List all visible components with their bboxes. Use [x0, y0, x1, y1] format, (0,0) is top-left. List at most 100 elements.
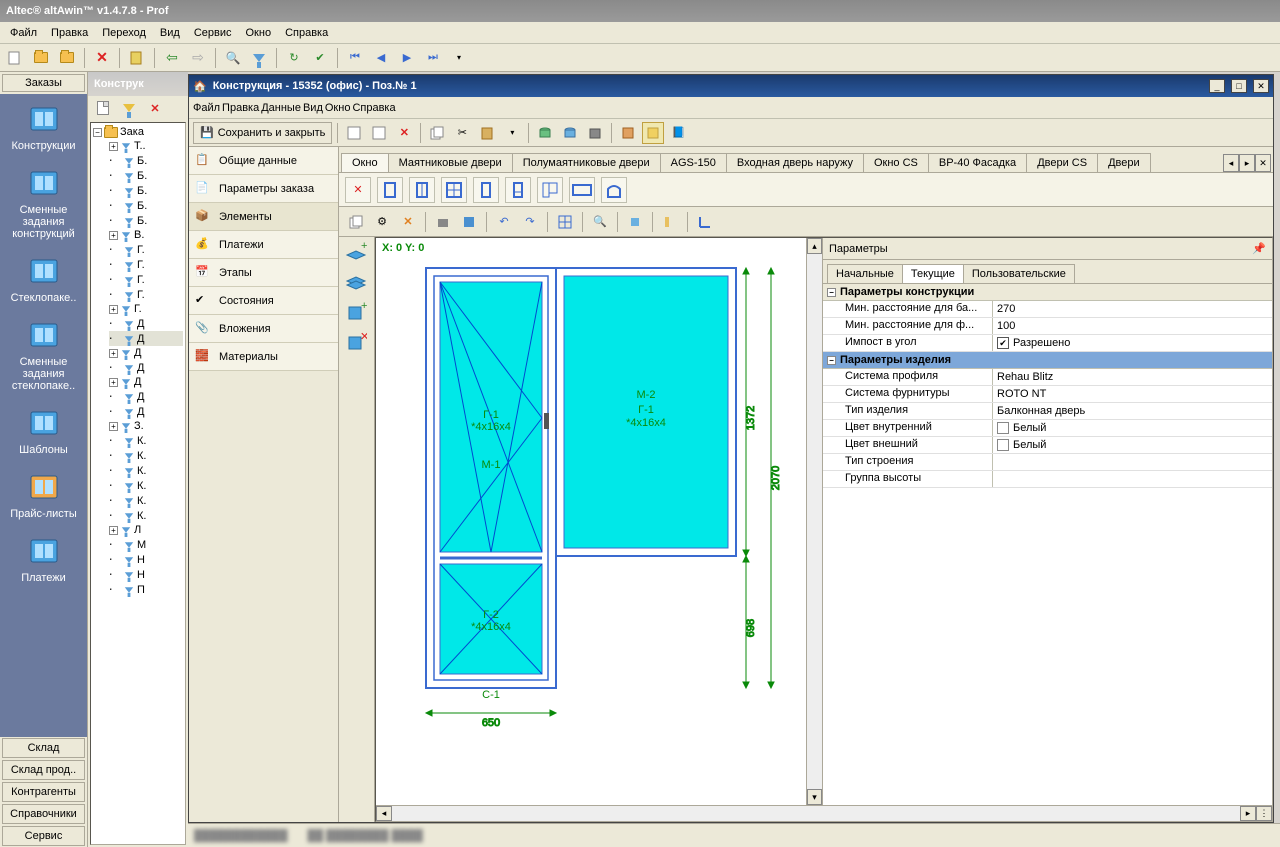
- sub-tb-copy-icon[interactable]: [426, 122, 448, 144]
- sub-tb-1-icon[interactable]: [343, 122, 365, 144]
- shape-combo-icon[interactable]: [537, 177, 563, 203]
- tree-node[interactable]: +Л: [109, 523, 183, 537]
- save-close-button[interactable]: 💾 Сохранить и закрыть: [193, 122, 332, 144]
- sub-tb-w2-icon[interactable]: [642, 122, 664, 144]
- ct-cube-del-icon[interactable]: ✕: [345, 331, 369, 355]
- tb-forward-icon[interactable]: ⇨: [187, 47, 209, 69]
- tree-node[interactable]: ⋅Д: [109, 360, 183, 375]
- params-tab-2[interactable]: Пользовательские: [963, 264, 1075, 283]
- tree-node[interactable]: ⋅Н: [109, 567, 183, 582]
- tree-node[interactable]: ⋅Д: [109, 404, 183, 419]
- sidebar-item-1[interactable]: Сменные задания конструкций: [0, 158, 87, 246]
- drawing-canvas[interactable]: X: 0 Y: 0: [376, 238, 806, 805]
- tb-open2-icon[interactable]: [56, 47, 78, 69]
- sub-tb-book-icon[interactable]: 📘: [667, 122, 689, 144]
- sub-menu-file[interactable]: Файл: [193, 102, 220, 114]
- sidebar-bottom-0[interactable]: Склад: [2, 738, 85, 758]
- tab-close-icon[interactable]: ✕: [1255, 154, 1271, 172]
- scroll-grip-icon[interactable]: ⋮: [1256, 806, 1272, 821]
- tb-first-icon[interactable]: ⏮: [344, 47, 366, 69]
- product-tab-4[interactable]: Входная дверь наружу: [726, 153, 864, 172]
- scroll-down-icon[interactable]: ▾: [807, 789, 822, 805]
- et-del-icon[interactable]: ✕: [397, 211, 419, 233]
- param-row[interactable]: Цвет внутренний Белый: [823, 420, 1272, 437]
- tab-scroll-right-icon[interactable]: ▸: [1239, 154, 1255, 172]
- tree-node[interactable]: ⋅Д: [109, 389, 183, 404]
- product-tab-6[interactable]: BP-40 Фасадка: [928, 153, 1027, 172]
- product-tab-3[interactable]: AGS-150: [660, 153, 727, 172]
- params-tab-0[interactable]: Начальные: [827, 264, 903, 283]
- param-row[interactable]: Импост в угол✔ Разрешено: [823, 335, 1272, 352]
- menu-service[interactable]: Сервис: [188, 25, 238, 41]
- menu-edit[interactable]: Правка: [45, 25, 94, 41]
- sidebar-bottom-4[interactable]: Сервис: [2, 826, 85, 846]
- tb-last-icon[interactable]: ⏭: [422, 47, 444, 69]
- tree-node[interactable]: ⋅Б.: [109, 198, 183, 213]
- sub-tb-db2-icon[interactable]: [559, 122, 581, 144]
- product-tab-5[interactable]: Окно CS: [863, 153, 929, 172]
- param-row[interactable]: Тип строения: [823, 454, 1272, 471]
- params-group-product[interactable]: −Параметры изделия: [823, 352, 1272, 369]
- sidebar-item-2[interactable]: Стеклопаке..: [0, 246, 87, 310]
- tree-node[interactable]: ⋅Д: [109, 331, 183, 346]
- et-copy-icon[interactable]: [345, 211, 367, 233]
- tb-back-icon[interactable]: ⇦: [161, 47, 183, 69]
- menu-goto[interactable]: Переход: [96, 25, 152, 41]
- et-redo-icon[interactable]: ↷: [519, 211, 541, 233]
- tree-node[interactable]: +Д: [109, 375, 183, 389]
- shape-delete-icon[interactable]: ✕: [345, 177, 371, 203]
- tree-node[interactable]: ⋅К.: [109, 478, 183, 493]
- sub-menu-view[interactable]: Вид: [303, 102, 323, 114]
- section-5[interactable]: ✔Состояния: [189, 287, 338, 315]
- tree-node[interactable]: ⋅К.: [109, 433, 183, 448]
- tree-node[interactable]: ⋅К.: [109, 493, 183, 508]
- sub-tb-db3-icon[interactable]: [584, 122, 606, 144]
- tree-node[interactable]: +Д: [109, 346, 183, 360]
- section-6[interactable]: 📎Вложения: [189, 315, 338, 343]
- sidebar-item-5[interactable]: Прайс-листы: [0, 462, 87, 526]
- tree-node[interactable]: ⋅Б.: [109, 153, 183, 168]
- sidebar-bottom-2[interactable]: Контрагенты: [2, 782, 85, 802]
- tree-node[interactable]: ⋅Г.: [109, 257, 183, 272]
- product-tab-7[interactable]: Двери CS: [1026, 153, 1098, 172]
- tree-node[interactable]: +В.: [109, 228, 183, 242]
- ct-layers-icon[interactable]: [345, 271, 369, 295]
- section-0[interactable]: 📋Общие данные: [189, 147, 338, 175]
- sidebar-item-3[interactable]: Сменные задания стеклопаке..: [0, 310, 87, 398]
- et-zoom-icon[interactable]: 🔍: [589, 211, 611, 233]
- sub-tb-w1-icon[interactable]: [617, 122, 639, 144]
- subwindow-titlebar[interactable]: 🏠 Конструкция - 15352 (офис) - Поз.№ 1 _…: [189, 75, 1273, 97]
- ct-cube-add-icon[interactable]: +: [345, 301, 369, 325]
- tb-delete-icon[interactable]: ✕: [91, 47, 113, 69]
- sidebar-item-6[interactable]: Платежи: [0, 526, 87, 590]
- shape-rect2-icon[interactable]: [409, 177, 435, 203]
- canvas-vscrollbar[interactable]: ▴ ▾: [806, 238, 822, 805]
- tree-node[interactable]: ⋅Н: [109, 552, 183, 567]
- shape-rect-icon[interactable]: [377, 177, 403, 203]
- tree-node[interactable]: +Г.: [109, 302, 183, 316]
- param-row[interactable]: Цвет внешний Белый: [823, 437, 1272, 454]
- sidebar-item-0[interactable]: Конструкции: [0, 94, 87, 158]
- section-7[interactable]: 🧱Материалы: [189, 343, 338, 371]
- tree-node[interactable]: ⋅М: [109, 537, 183, 552]
- section-2[interactable]: 📦Элементы: [189, 203, 338, 231]
- et-gear-icon[interactable]: ⚙: [371, 211, 393, 233]
- tb-dropdown-icon[interactable]: ▾: [448, 47, 470, 69]
- product-tab-0[interactable]: Окно: [341, 153, 389, 172]
- param-row[interactable]: Система профиляRehau Blitz: [823, 369, 1272, 386]
- tree-node[interactable]: ⋅К.: [109, 463, 183, 478]
- sub-tb-paste-icon[interactable]: [476, 122, 498, 144]
- menu-window[interactable]: Окно: [240, 25, 278, 41]
- param-row[interactable]: Мин. расстояние для ба...270: [823, 301, 1272, 318]
- tb-export-icon[interactable]: [126, 47, 148, 69]
- et-axis-icon[interactable]: [694, 211, 716, 233]
- section-3[interactable]: 💰Платежи: [189, 231, 338, 259]
- shape-wide-icon[interactable]: [569, 177, 595, 203]
- et-scale-icon[interactable]: [659, 211, 681, 233]
- menu-view[interactable]: Вид: [154, 25, 186, 41]
- maximize-button[interactable]: □: [1231, 79, 1247, 93]
- section-1[interactable]: 📄Параметры заказа: [189, 175, 338, 203]
- params-grid[interactable]: −Параметры конструкции Мин. расстояние д…: [823, 284, 1272, 805]
- sidebar-bottom-3[interactable]: Справочники: [2, 804, 85, 824]
- params-tab-1[interactable]: Текущие: [902, 264, 964, 283]
